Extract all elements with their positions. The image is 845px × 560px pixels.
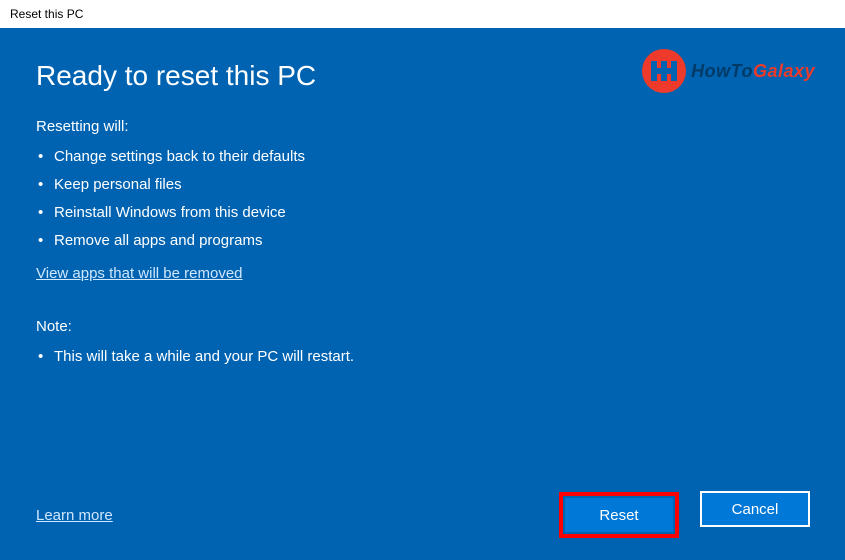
- learn-more-link[interactable]: Learn more: [36, 507, 113, 524]
- list-item: Remove all apps and programs: [36, 227, 809, 255]
- window: Reset this PC HowToGalaxy Ready to reset…: [0, 0, 845, 560]
- titlebar: Reset this PC: [0, 0, 845, 28]
- note-section: Note: This will take a while and your PC…: [36, 318, 809, 379]
- note-bullet-list: This will take a while and your PC will …: [36, 343, 809, 371]
- dialog-content: HowToGalaxy Ready to reset this PC Reset…: [0, 28, 845, 560]
- reset-button-highlight: Reset: [559, 492, 679, 538]
- watermark-text: HowToGalaxy: [691, 61, 815, 82]
- cancel-button[interactable]: Cancel: [701, 492, 809, 526]
- list-item: Keep personal files: [36, 171, 809, 199]
- list-item: This will take a while and your PC will …: [36, 343, 809, 371]
- window-title: Reset this PC: [10, 7, 83, 21]
- resetting-label: Resetting will:: [36, 118, 809, 135]
- button-row: Reset Cancel: [559, 492, 809, 538]
- reset-button[interactable]: Reset: [565, 498, 673, 532]
- note-label: Note:: [36, 318, 809, 335]
- watermark-icon: [641, 48, 687, 94]
- list-item: Reinstall Windows from this device: [36, 199, 809, 227]
- list-item: Change settings back to their defaults: [36, 143, 809, 171]
- view-apps-link[interactable]: View apps that will be removed: [36, 265, 809, 282]
- dialog-footer: Learn more Reset Cancel: [36, 492, 809, 538]
- reset-bullet-list: Change settings back to their defaults K…: [36, 143, 809, 255]
- watermark-logo: HowToGalaxy: [641, 48, 815, 94]
